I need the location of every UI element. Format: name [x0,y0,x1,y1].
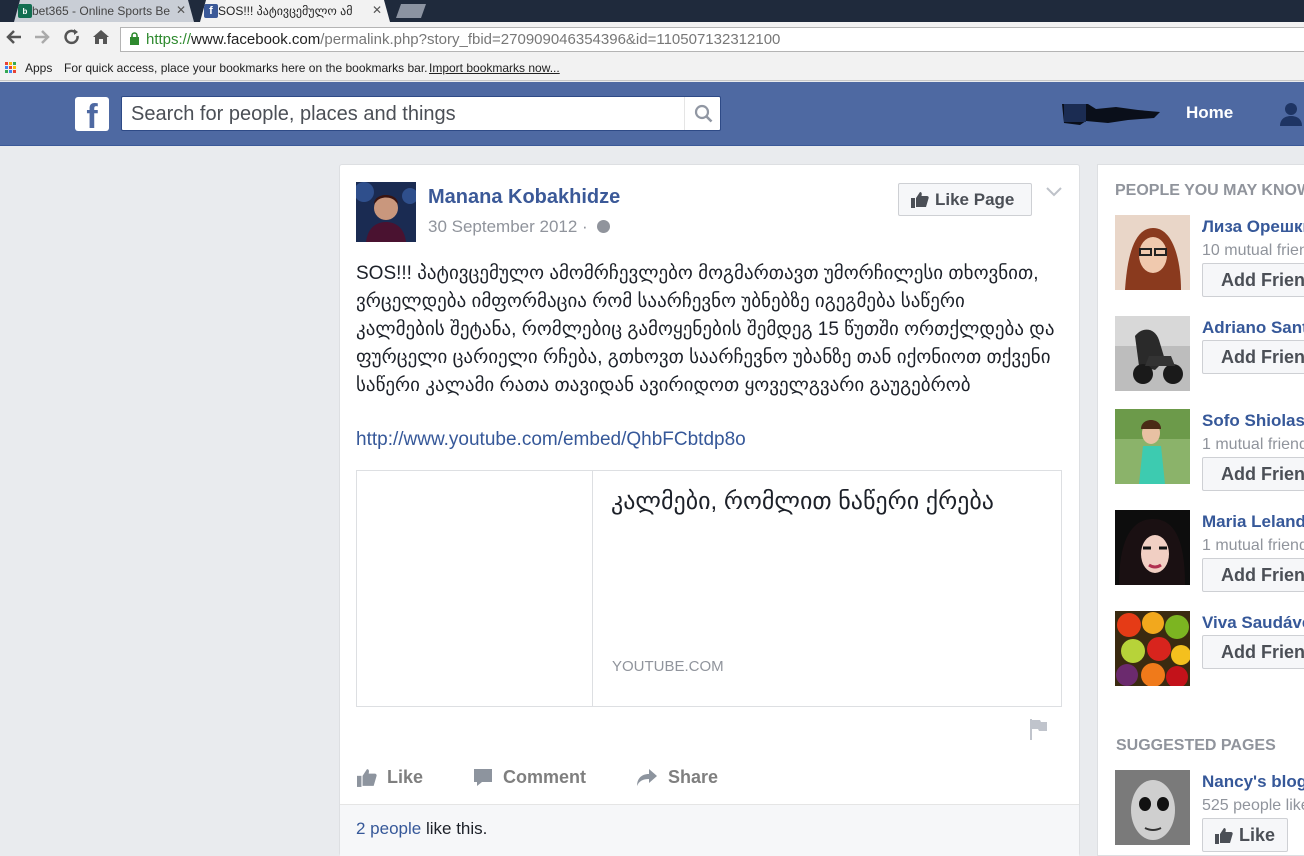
mutual-friends[interactable]: 10 mutual friends [1202,242,1304,260]
add-friend-button[interactable]: Add Friend [1202,457,1304,491]
browser-tab-facebook[interactable]: f SOS!!! პატივცემულო ამ ✕ [200,0,390,22]
post-link[interactable]: http://www.youtube.com/embed/QhbFCbtdp8o [356,429,746,451]
search-icon[interactable] [684,97,721,130]
attachment-thumbnail[interactable] [357,471,593,706]
add-friend-label: Add Friend [1221,564,1304,585]
person-photo[interactable] [1115,510,1190,585]
add-friend-label: Add Friend [1221,346,1304,367]
facebook-icon: f [204,4,218,18]
like-page-sidebar-button[interactable]: Like [1202,818,1288,852]
share-button[interactable]: Share [636,767,718,788]
person-name[interactable]: Лиза Орешкина [1202,217,1304,237]
address-bar[interactable]: https://www.facebook.com/permalink.php?s… [120,27,1304,52]
link-attachment[interactable]: კალმები, რომლით ნაწერი ქრება YOUTUBE.COM [356,470,1062,707]
person-photo[interactable] [1115,316,1190,391]
likes-suffix: like this. [421,819,488,838]
comment-icon [474,769,492,786]
home-icon[interactable] [90,28,112,50]
reload-icon[interactable] [61,28,83,50]
bet365-icon: b [18,4,32,18]
post-date: 30 September 2012 · [428,217,611,237]
likes-people-link[interactable]: 2 people [356,819,421,838]
thumbs-up-icon [911,192,929,208]
globe-icon [597,220,611,233]
page-name[interactable]: Nancy's blog [1202,772,1304,792]
thumbs-up-icon [357,769,377,787]
forward-icon[interactable] [31,28,53,50]
person-photo[interactable] [1115,409,1190,484]
back-icon[interactable] [3,28,25,50]
page-likes-count: 525 people like this [1202,797,1304,814]
add-friend-button[interactable]: Add Friend [1202,340,1304,374]
lock-icon [129,31,140,48]
comment-label: Comment [503,767,587,787]
apps-link[interactable]: Apps [25,61,52,75]
like-button[interactable]: Like [357,767,423,788]
url-scheme: https:// [146,31,192,48]
friends-icon[interactable] [1278,100,1304,128]
add-friend-button[interactable]: Add Friend [1202,263,1304,297]
person-name[interactable]: Sofo Shiolashvili [1202,411,1304,431]
mutual-friends[interactable]: 1 mutual friend [1202,436,1304,454]
chevron-down-icon[interactable] [1046,184,1062,202]
home-link[interactable]: Home [1186,103,1233,123]
facebook-logo[interactable]: f [75,97,109,131]
person-name[interactable]: Adriano Santos [1202,318,1304,338]
search-input[interactable] [131,101,676,127]
profile-avatar[interactable] [1058,100,1162,126]
apps-icon[interactable] [5,62,17,74]
add-friend-label: Add Friend [1221,269,1304,290]
share-icon [637,769,657,786]
url-domain: www.facebook.com [191,31,321,48]
person-photo[interactable] [1115,215,1190,290]
like-label: Like [1239,824,1276,845]
like-page-label: Like Page [935,189,1015,209]
person-name[interactable]: Maria Leland [1202,512,1304,532]
add-friend-button[interactable]: Add Friend [1202,635,1304,669]
flag-icon[interactable] [1030,718,1048,740]
new-tab-button[interactable] [396,4,426,18]
thumbs-up-icon [1215,827,1233,844]
post-author[interactable]: Manana Kobakhidze [428,186,620,209]
like-label: Like [387,767,424,787]
post-date-text[interactable]: 30 September 2012 · [428,217,592,236]
pymk-heading: PEOPLE YOU MAY KNOW [1115,182,1304,199]
browser-tab-strip: b bet365 - Online Sports Be ✕ f SOS!!! პ… [0,0,1304,22]
bookmarks-bar: Apps For quick access, place your bookma… [0,56,1304,81]
tab-title: bet365 - Online Sports Be [32,4,171,18]
close-tab-icon[interactable]: ✕ [372,3,382,17]
author-avatar[interactable] [356,182,416,242]
import-bookmarks-link[interactable]: Import bookmarks now... [429,61,560,75]
attachment-source: YOUTUBE.COM [612,658,724,675]
mutual-friends[interactable]: 1 mutual friend [1202,537,1304,555]
browser-toolbar: https://www.facebook.com/permalink.php?s… [0,22,1304,56]
share-label: Share [668,767,719,787]
browser-tab-bet365[interactable]: b bet365 - Online Sports Be ✕ [14,0,194,22]
close-tab-icon[interactable]: ✕ [176,3,186,17]
bookmarks-message: For quick access, place your bookmarks h… [64,61,428,75]
add-friend-label: Add Friend [1221,641,1304,662]
search-box [121,96,721,131]
add-friend-label: Add Friend [1221,463,1304,484]
like-page-button[interactable]: Like Page [898,183,1032,216]
attachment-title[interactable]: კალმები, რომლით ნაწერი ქრება [611,487,994,516]
add-friend-button[interactable]: Add Friend [1202,558,1304,592]
page-photo[interactable] [1115,770,1190,845]
person-name[interactable]: Viva Saudável [1202,613,1304,633]
tab-title: SOS!!! პატივცემულო ამ [218,4,353,18]
person-photo[interactable] [1115,611,1191,688]
comment-button[interactable]: Comment [473,767,586,788]
post-text: SOS!!! პატივცემულო ამომრჩევლებო მოგმართა… [356,263,1055,396]
url-path: /permalink.php?story_fbid=27090904635439… [320,31,781,48]
suggested-pages-heading: SUGGESTED PAGES [1116,737,1276,754]
likes-summary: 2 people like this. [356,819,487,839]
